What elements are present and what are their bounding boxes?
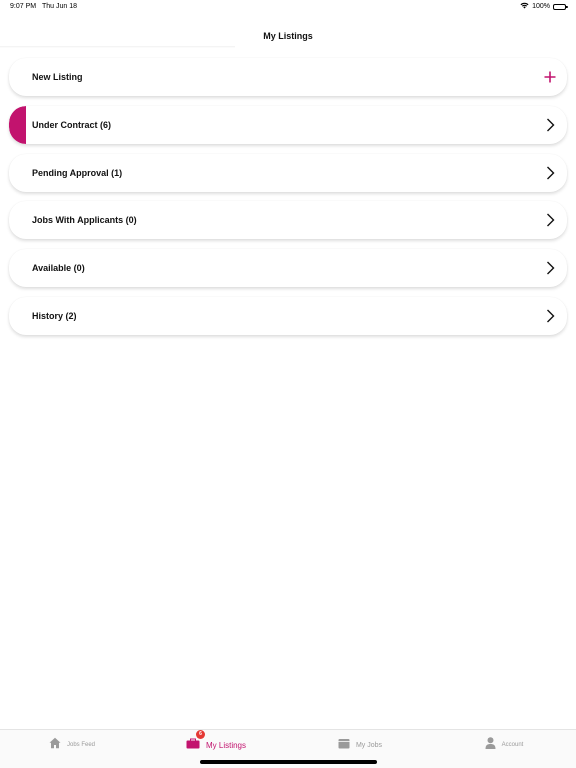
page-title: My Listings [263,31,313,41]
briefcase-icon: 6 [186,730,205,754]
status-date: Thu Jun 18 [42,3,78,10]
navigation-header: My Listings [0,24,576,48]
folder-icon [338,736,350,754]
chevron-right-icon [544,166,556,180]
tab-label: Account [501,742,524,748]
notification-badge: 6 [195,730,205,739]
battery-percent: 100% [532,3,550,10]
person-icon [485,736,496,754]
list-item-available[interactable]: Available (0) [9,249,567,288]
status-bar: 9:07 PM Thu Jun 18 100% [0,0,576,14]
list-item-label: Pending Approval (1) [32,167,123,178]
list-item-label: Under Contract (6) [32,119,112,130]
battery-icon [553,3,568,10]
list-item-under-contract[interactable]: Under Contract (6) [9,105,567,144]
list-item-new-listing[interactable]: New Listing [9,58,567,96]
header-divider [0,46,235,48]
list-item-history[interactable]: History (2) [9,296,567,335]
tab-jobs-feed[interactable]: Jobs Feed [0,730,144,760]
selected-accent-bar [9,105,26,144]
chevron-right-icon [544,213,556,227]
chevron-right-icon [544,261,556,275]
tab-label: Jobs Feed [66,742,96,748]
tab-account[interactable]: Account [432,730,576,760]
tab-my-jobs[interactable]: My Jobs [288,730,432,760]
list-item-label: Available (0) [32,263,85,274]
list-item-pending-approval[interactable]: Pending Approval (1) [9,153,567,192]
status-time: 9:07 PM [10,3,37,10]
tab-label: My Listings [205,740,246,750]
tab-bar: Jobs Feed 6 My Listings My Jobs Account [0,729,576,768]
list-item-label: New Listing [32,72,83,82]
listings-list: New Listing Under Contract (6) Pending A… [9,58,567,345]
wifi-icon [520,2,529,11]
chevron-right-icon [544,118,556,132]
home-icon [49,736,61,754]
chevron-right-icon [544,309,556,323]
list-item-label: History (2) [32,310,77,321]
tab-my-listings[interactable]: 6 My Listings [144,730,288,760]
home-indicator [200,760,377,764]
plus-icon[interactable] [544,70,556,84]
status-right: 100% [520,2,568,11]
list-item-label: Jobs With Applicants (0) [32,215,137,226]
list-item-jobs-with-applicants[interactable]: Jobs With Applicants (0) [9,201,567,240]
tab-label: My Jobs [355,741,383,749]
